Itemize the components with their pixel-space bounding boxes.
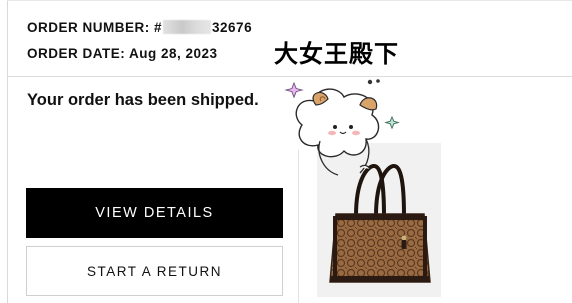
redacted-order-number	[163, 20, 212, 34]
order-date-label: ORDER DATE:	[27, 46, 126, 61]
shipped-message: Your order has been shipped.	[27, 91, 259, 109]
start-return-button[interactable]: START A RETURN	[26, 246, 283, 296]
cartoon-sheep-sticker	[284, 79, 400, 176]
order-number-label: ORDER NUMBER:	[27, 20, 150, 35]
view-details-button[interactable]: VIEW DETAILS	[26, 188, 283, 238]
order-number-line: ORDER NUMBER: #32676	[27, 20, 252, 35]
order-date-line: ORDER DATE: Aug 28, 2023	[27, 46, 218, 61]
order-number-suffix: 32676	[212, 20, 253, 35]
frame-top-border	[7, 0, 572, 1]
order-number-prefix: #	[154, 20, 163, 35]
sticker-title: 大女王殿下	[274, 41, 399, 68]
order-date-value: Aug 28, 2023	[129, 46, 218, 61]
frame-left-border	[7, 0, 8, 303]
